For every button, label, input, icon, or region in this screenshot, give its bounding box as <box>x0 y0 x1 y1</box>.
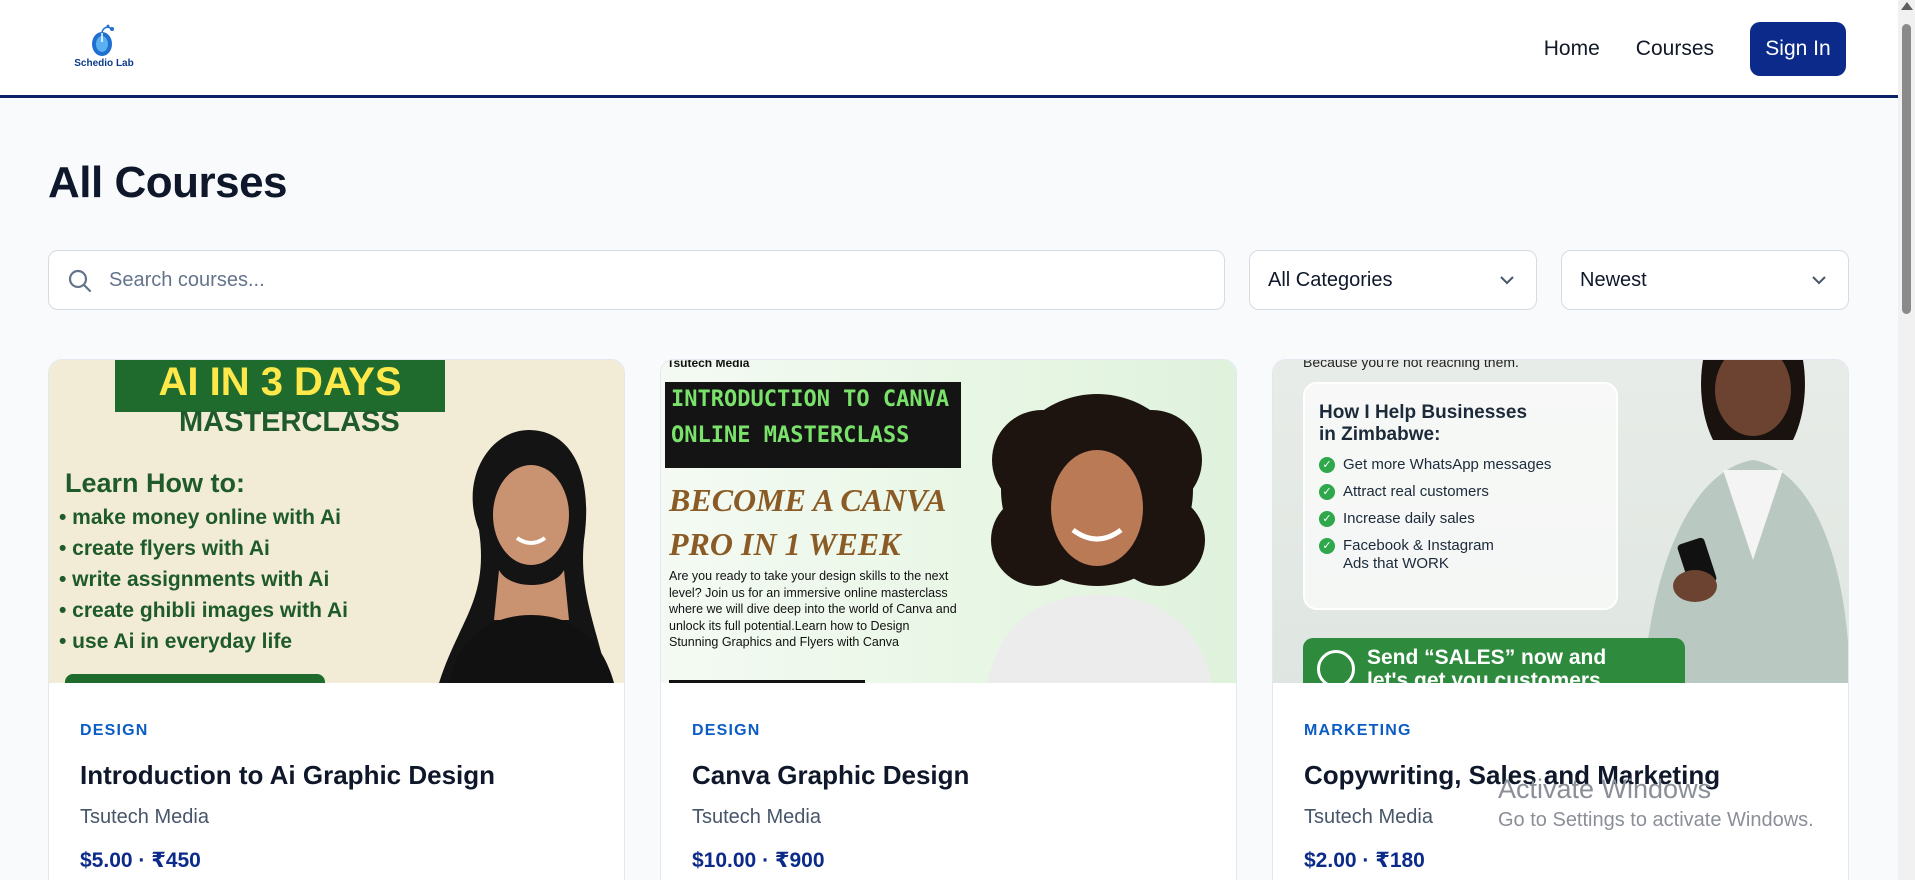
course-card[interactable]: Tsutech Media INTRODUCTION TO CANVA ONLI… <box>660 359 1237 880</box>
course-card[interactable]: AI IN 3 DAYS MASTERCLASS Learn How to: •… <box>48 359 625 880</box>
mouse-logo-icon <box>92 24 114 56</box>
woman-photo <box>1643 360 1848 683</box>
scroll-up-arrow-icon[interactable] <box>1901 2 1913 10</box>
check-icon: ✓ <box>1319 457 1335 474</box>
course-author: Tsutech Media <box>692 806 821 828</box>
top-navbar: Schedio Lab Home Courses Sign In <box>0 0 1898 98</box>
sort-select-value: Newest <box>1580 269 1647 291</box>
course-price: $2.00 · ₹180 <box>1304 849 1425 872</box>
thumb-underline <box>669 680 865 683</box>
thumb-list-item: ✓ Get more WhatsApp messages <box>1319 456 1552 474</box>
sign-in-button[interactable]: Sign In <box>1750 22 1846 76</box>
main-nav: Home Courses Sign In <box>1544 22 1846 76</box>
course-thumbnail[interactable]: AI IN 3 DAYS MASTERCLASS Learn How to: •… <box>49 360 624 683</box>
page-title: All Courses <box>48 158 288 207</box>
thumb-box-line: INTRODUCTION TO CANVA <box>671 387 950 412</box>
course-title[interactable]: Canva Graphic Design <box>692 760 969 791</box>
course-category: DESIGN <box>692 722 761 739</box>
thumb-list-item: ✓ Attract real customers <box>1319 483 1489 501</box>
thumb-list-text: Facebook & Instagram <box>1343 537 1494 554</box>
category-select-value: All Categories <box>1268 269 1393 291</box>
logo-text: Schedio Lab <box>74 58 134 69</box>
woman-photo <box>439 430 614 683</box>
scroll-thumb[interactable] <box>1902 24 1911 314</box>
schedio-lab-logo[interactable]: Schedio Lab <box>72 24 136 72</box>
thumb-headline: BECOME A CANVA PRO IN 1 WEEK <box>669 478 946 566</box>
thumb-cta-text: Send “SALES” now and let's get you custo… <box>1367 646 1606 683</box>
course-price: $5.00 · ₹450 <box>80 849 201 872</box>
thumb-headline-line: PRO IN 1 WEEK <box>669 526 901 562</box>
thumb-list-item: • create ghibli images with Ai <box>59 599 348 622</box>
course-category: MARKETING <box>1304 722 1412 739</box>
nav-home-link[interactable]: Home <box>1544 37 1600 61</box>
sort-select[interactable]: Newest <box>1561 250 1849 310</box>
thumb-button-strip <box>65 674 325 683</box>
thumb-list-item: • use Ai in everyday life <box>59 630 293 653</box>
thumb-list-item: ✓ Increase daily sales <box>1319 510 1475 528</box>
check-icon: ✓ <box>1319 538 1335 555</box>
course-thumbnail[interactable]: Because you're not reaching them. How I … <box>1273 360 1848 683</box>
search-box[interactable] <box>48 250 1225 310</box>
course-author: Tsutech Media <box>1304 806 1433 828</box>
woman-photo <box>987 394 1212 683</box>
search-icon <box>68 269 92 293</box>
nav-courses-link[interactable]: Courses <box>1636 37 1714 61</box>
thumb-list: • make money online with Ai • create fly… <box>59 502 348 657</box>
thumb-brand: Tsutech Media <box>667 360 750 370</box>
page-scrollbar[interactable] <box>1898 0 1915 880</box>
thumb-box: INTRODUCTION TO CANVA ONLINE MASTERCLASS <box>665 382 961 468</box>
thumb-list-item: • write assignments with Ai <box>59 568 330 591</box>
chevron-down-icon <box>1812 276 1826 285</box>
category-select[interactable]: All Categories <box>1249 250 1537 310</box>
course-card[interactable]: Because you're not reaching them. How I … <box>1272 359 1849 880</box>
check-icon: ✓ <box>1319 484 1335 501</box>
course-category: DESIGN <box>80 722 149 739</box>
thumb-subtitle: MASTERCLASS <box>179 406 400 438</box>
thumb-cta-line: Send “SALES” now and <box>1367 646 1607 669</box>
course-price: $10.00 · ₹900 <box>692 849 825 872</box>
thumb-top-text: Because you're not reaching them. <box>1303 360 1519 370</box>
thumb-heading: Learn How to: <box>65 468 245 498</box>
thumb-heading-line: in Zimbabwe: <box>1319 424 1441 445</box>
course-thumbnail[interactable]: Tsutech Media INTRODUCTION TO CANVA ONLI… <box>661 360 1236 683</box>
search-input[interactable] <box>109 251 1209 309</box>
thumb-heading-line: How I Help Businesses <box>1319 402 1528 423</box>
thumb-list-text: Ads that WORK <box>1343 555 1449 572</box>
thumb-list-item: ✓ Facebook & Instagram <box>1319 537 1494 555</box>
thumb-list-text: Increase daily sales <box>1343 510 1475 527</box>
course-title[interactable]: Introduction to Ai Graphic Design <box>80 760 495 791</box>
course-author: Tsutech Media <box>80 806 209 828</box>
thumb-box-line: ONLINE MASTERCLASS <box>671 423 910 448</box>
thumb-list-text: Attract real customers <box>1343 483 1489 500</box>
thumb-list-text: Get more WhatsApp messages <box>1343 456 1552 473</box>
thumb-cta-line: let's get you customers <box>1367 669 1601 683</box>
thumb-list-item: • make money online with Ai <box>59 506 341 529</box>
thumb-banner: AI IN 3 DAYS <box>115 360 445 412</box>
thumb-paragraph: Are you ready to take your design skills… <box>669 569 957 649</box>
thumb-headline-line: BECOME A CANVA <box>669 482 947 518</box>
whatsapp-icon <box>1317 650 1355 683</box>
thumb-list-item: • create flyers with Ai <box>59 537 270 560</box>
thumb-heading: How I Help Businesses in Zimbabwe: <box>1319 402 1527 446</box>
chevron-down-icon <box>1500 276 1514 285</box>
check-icon: ✓ <box>1319 511 1335 528</box>
course-title[interactable]: Copywriting, Sales and Marketing <box>1304 760 1720 791</box>
